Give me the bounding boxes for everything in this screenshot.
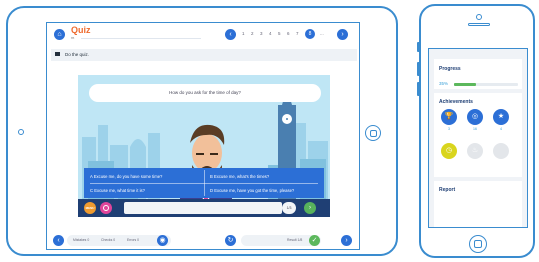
sound-icon[interactable]: ◉ — [157, 235, 168, 246]
phone-side-button — [417, 82, 420, 96]
menu-button[interactable]: MENU — [84, 202, 96, 214]
phone-speaker — [468, 23, 490, 26]
badge-count: 16 — [473, 127, 477, 131]
answer-input[interactable] — [124, 202, 282, 214]
phone-screen: Progress 35% Achievements 🏆 3 ◎ 16 ★ 4 ◷ ♨ Repo… — [428, 48, 528, 228]
submit-arrow-icon[interactable]: › — [304, 202, 316, 214]
badge-count: 4 — [500, 127, 502, 131]
answer-option-b[interactable]: B Excuse me, what's the times? — [210, 174, 269, 179]
quiz-subtitle: 85 — [71, 36, 75, 40]
stats-pill: Mistakes 0 Checks 0 Errors 0 ◉ — [67, 235, 171, 246]
report-card: Report — [434, 181, 522, 227]
progress-bar-fill — [454, 83, 477, 86]
report-title: Report — [439, 187, 456, 193]
page-number[interactable]: 5 — [278, 31, 281, 36]
phone-side-button — [417, 62, 420, 76]
answer-option-d[interactable]: D Excuse me, have you got the time, plea… — [210, 188, 294, 193]
answer-grid: A Excuse me, do you have some time? B Ex… — [84, 168, 324, 198]
progress-percent: 35% — [439, 81, 449, 86]
trophy-icon[interactable]: 🏆 — [441, 109, 457, 125]
result-label: Result 1/8 — [287, 238, 303, 242]
header-divider — [81, 38, 201, 39]
phone-home-button[interactable] — [469, 235, 487, 253]
speech-icon — [55, 52, 60, 56]
progress-title: Progress — [439, 66, 461, 72]
page-number[interactable]: 1 — [242, 31, 245, 36]
quiz-title: Quiz — [71, 25, 91, 35]
prev-page-icon[interactable]: ‹ — [225, 29, 236, 40]
tablet-camera — [18, 129, 24, 135]
back-icon[interactable]: ‹ — [53, 235, 64, 246]
fire-icon[interactable]: ♨ — [467, 143, 483, 159]
next-page-icon[interactable]: › — [337, 29, 348, 40]
progress-card: Progress 35% — [434, 59, 522, 89]
page-number[interactable]: 3 — [260, 31, 263, 36]
answer-option-c[interactable]: C Excuse me, what time it is? — [90, 188, 145, 193]
page-number[interactable]: 2 — [251, 31, 254, 36]
question-bubble: How do you ask for the time of day? — [89, 84, 321, 102]
mistakes-label: Mistakes 0 — [73, 238, 90, 242]
locked-badge-icon[interactable] — [493, 143, 509, 159]
checks-label: Checks 0 — [101, 238, 116, 242]
star-icon[interactable]: ★ — [493, 109, 509, 125]
phone-device: Progress 35% Achievements 🏆 3 ◎ 16 ★ 4 ◷ ♨ Repo… — [417, 4, 535, 258]
tablet-home-button[interactable] — [365, 125, 381, 141]
answer-control-bar: MENU 1/3 › — [78, 199, 330, 217]
refresh-icon[interactable]: ↻ — [225, 235, 236, 246]
timer-icon[interactable] — [100, 202, 112, 214]
answer-option-a[interactable]: A Excuse me, do you have some time? — [90, 174, 162, 179]
page-number[interactable]: 7 — [296, 31, 299, 36]
forward-icon[interactable]: › — [341, 235, 352, 246]
check-icon[interactable]: ✓ — [309, 235, 320, 246]
tablet-device: ⌂ Quiz 85 ‹ 1 2 3 4 5 6 7 8 ... › Do the… — [6, 6, 398, 256]
result-pill: Result 1/8 ✓ — [241, 235, 321, 246]
home-icon[interactable]: ⌂ — [54, 29, 65, 40]
badge-count: 3 — [448, 127, 450, 131]
phone-camera — [476, 14, 482, 20]
clock-icon[interactable]: ◷ — [441, 143, 457, 159]
page-number[interactable]: 6 — [287, 31, 290, 36]
achievements-title: Achievements — [439, 99, 473, 105]
step-counter: 1/3 — [282, 202, 296, 214]
tablet-screen: ⌂ Quiz 85 ‹ 1 2 3 4 5 6 7 8 ... › Do the… — [46, 22, 360, 250]
achievements-card: Achievements 🏆 3 ◎ 16 ★ 4 ◷ ♨ — [434, 93, 522, 177]
instruction-text: Do the quiz. — [65, 52, 90, 57]
medal-icon[interactable]: ◎ — [467, 109, 483, 125]
quiz-header: ⌂ Quiz 85 ‹ 1 2 3 4 5 6 7 8 ... › — [47, 23, 359, 49]
instruction-bar: Do the quiz. — [51, 49, 357, 61]
page-number[interactable]: 4 — [269, 31, 272, 36]
quiz-footer: ‹ Mistakes 0 Checks 0 Errors 0 ◉ ↻ Resul… — [47, 231, 359, 249]
answer-divider — [204, 170, 205, 196]
current-page[interactable]: 8 — [305, 29, 315, 39]
errors-label: Errors 0 — [127, 238, 140, 242]
phone-side-button — [417, 42, 420, 52]
progress-bar — [454, 83, 518, 86]
page-ellipsis: ... — [320, 31, 324, 36]
